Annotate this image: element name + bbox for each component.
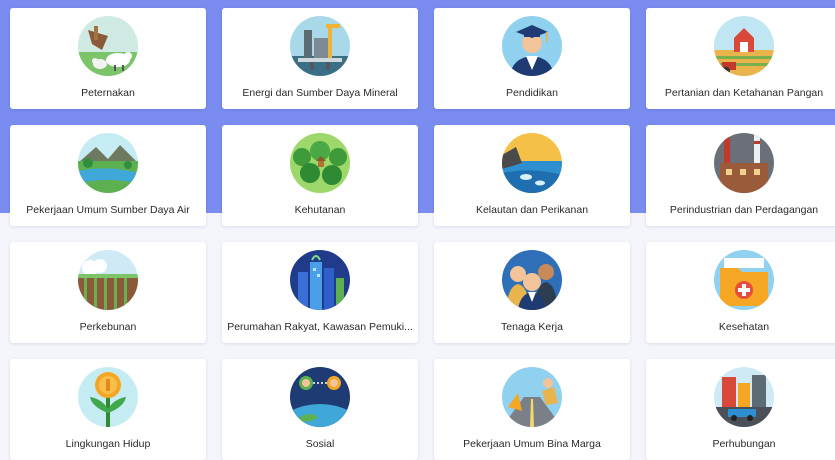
city-buildings-icon	[290, 250, 350, 310]
road-construction-icon	[502, 367, 562, 427]
category-label: Kehutanan	[294, 204, 346, 216]
workers-icon	[502, 250, 562, 310]
energy-mining-icon	[290, 16, 350, 76]
graduate-icon	[502, 16, 562, 76]
category-card-kelautan-perikanan[interactable]: Kelautan dan Perikanan	[434, 125, 630, 226]
category-card-pekerjaan-umum-bina-marga[interactable]: Pekerjaan Umum Bina Marga	[434, 359, 630, 460]
category-label: Tenaga Kerja	[501, 321, 563, 333]
livestock-icon	[78, 16, 138, 76]
category-card-kesehatan[interactable]: Kesehatan	[646, 242, 835, 343]
category-label: Pertanian dan Ketahanan Pangan	[664, 87, 824, 99]
category-card-peternakan[interactable]: Peternakan	[10, 8, 206, 109]
category-label: Perhubungan	[712, 438, 776, 450]
category-card-perhubungan[interactable]: Perhubungan	[646, 359, 835, 460]
category-label: Lingkungan Hidup	[65, 438, 151, 450]
category-label: Kelautan dan Perikanan	[475, 204, 589, 216]
category-label: Peternakan	[81, 87, 135, 99]
factory-icon	[714, 133, 774, 193]
category-label: Perkebunan	[79, 321, 137, 333]
category-label: Pekerjaan Umum Bina Marga	[463, 438, 601, 450]
category-card-pendidikan[interactable]: Pendidikan	[434, 8, 630, 109]
category-card-perumahan-rakyat[interactable]: Perumahan Rakyat, Kawasan Pemuki...	[222, 242, 418, 343]
category-label: Kesehatan	[718, 321, 770, 333]
category-card-sosial[interactable]: Sosial	[222, 359, 418, 460]
category-card-lingkungan-hidup[interactable]: Lingkungan Hidup	[10, 359, 206, 460]
sea-fishery-icon	[502, 133, 562, 193]
category-label: Perumahan Rakyat, Kawasan Pemuki...	[227, 321, 413, 333]
category-card-pekerjaan-umum-sumber-daya-air[interactable]: Pekerjaan Umum Sumber Daya Air	[10, 125, 206, 226]
coin-plant-icon	[78, 367, 138, 427]
category-label: Perindustrian dan Perdagangan	[669, 204, 819, 216]
category-card-energi-sumber-daya-mineral[interactable]: Energi dan Sumber Daya Mineral	[222, 8, 418, 109]
category-label: Sosial	[305, 438, 335, 450]
plantation-icon	[78, 250, 138, 310]
category-card-perkebunan[interactable]: Perkebunan	[10, 242, 206, 343]
category-card-perindustrian-perdagangan[interactable]: Perindustrian dan Perdagangan	[646, 125, 835, 226]
category-grid: Peternakan Energi dan Sumber Daya Minera…	[10, 8, 835, 460]
farm-barn-icon	[714, 16, 774, 76]
category-label: Energi dan Sumber Daya Mineral	[242, 87, 398, 99]
category-card-pertanian-ketahanan-pangan[interactable]: Pertanian dan Ketahanan Pangan	[646, 8, 835, 109]
river-landscape-icon	[78, 133, 138, 193]
category-card-tenaga-kerja[interactable]: Tenaga Kerja	[434, 242, 630, 343]
social-network-globe-icon	[290, 367, 350, 427]
health-folder-icon	[714, 250, 774, 310]
category-label: Pendidikan	[506, 87, 558, 99]
forest-icon	[290, 133, 350, 193]
category-card-kehutanan[interactable]: Kehutanan	[222, 125, 418, 226]
category-label: Pekerjaan Umum Sumber Daya Air	[26, 204, 190, 216]
transport-city-icon	[714, 367, 774, 427]
